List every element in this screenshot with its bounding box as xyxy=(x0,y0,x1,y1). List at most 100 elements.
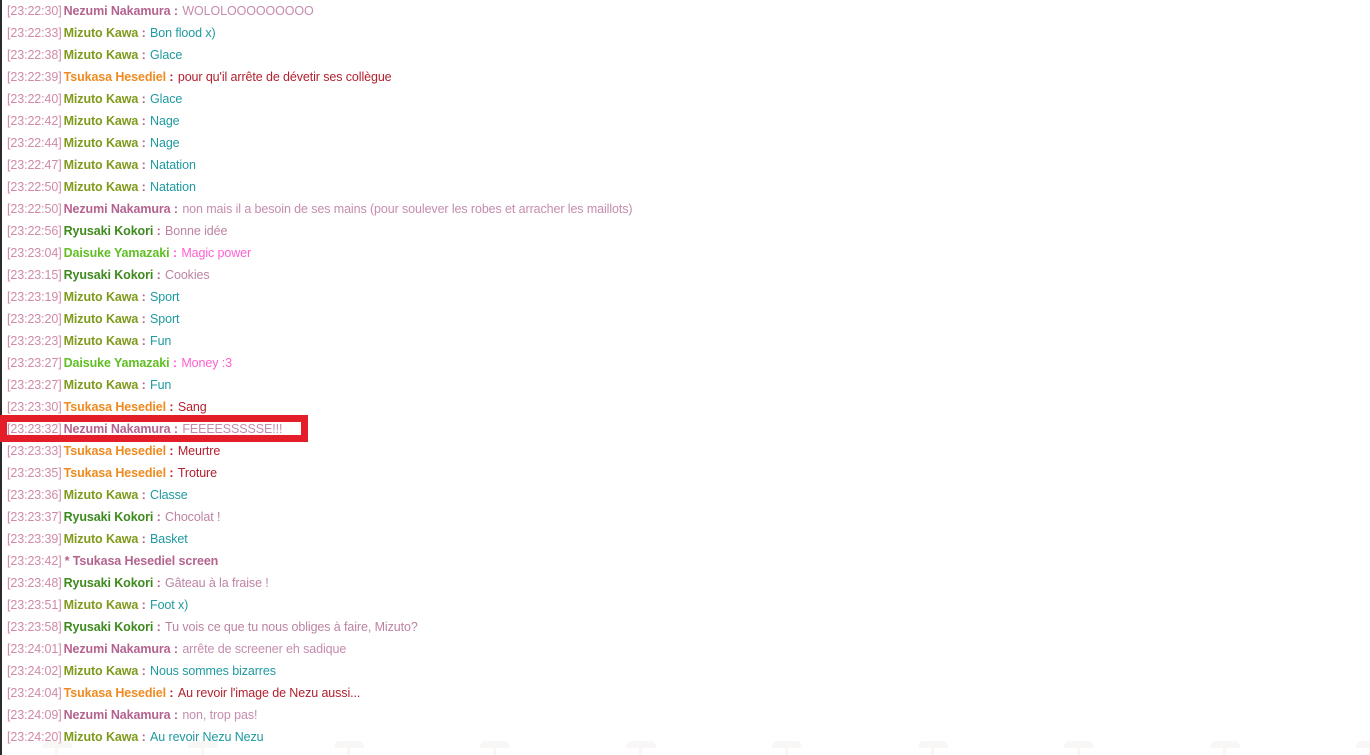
chat-message-text: non, trop pas! xyxy=(182,708,258,722)
chat-message-text: Fun xyxy=(150,334,172,348)
chat-line: [23:23:04] Daisuke Yamazaki : Magic power xyxy=(2,242,1370,264)
chat-separator: : xyxy=(156,620,161,634)
chat-nickname[interactable]: Mizuto Kawa xyxy=(62,378,139,392)
chat-line: [23:23:42] * Tsukasa Hesediel screen xyxy=(2,550,1370,572)
chat-nickname[interactable]: Mizuto Kawa xyxy=(62,92,139,106)
chat-separator: : xyxy=(141,378,146,392)
chat-message-text: Chocolat ! xyxy=(165,510,221,524)
chat-message-text: Glace xyxy=(150,92,183,106)
chat-separator: : xyxy=(141,136,146,150)
chat-timestamp: [23:23:15] xyxy=(7,268,62,282)
chat-nickname[interactable]: Tsukasa Hesediel xyxy=(62,466,167,480)
chat-nickname[interactable]: Mizuto Kawa xyxy=(62,334,139,348)
chat-message-text: Bonne idée xyxy=(165,224,228,238)
chat-separator: : xyxy=(169,400,174,414)
chat-message-text: Natation xyxy=(150,180,196,194)
chat-nickname[interactable]: Mizuto Kawa xyxy=(62,180,139,194)
chat-timestamp: [23:23:48] xyxy=(7,576,62,590)
chat-message-text: arrête de screener eh sadique xyxy=(182,642,347,656)
chat-nickname[interactable]: Mizuto Kawa xyxy=(62,312,139,326)
chat-nickname[interactable]: Ryusaki Kokori xyxy=(62,620,154,634)
chat-line: [23:22:30] Nezumi Nakamura : WOLOLOOOOOOO… xyxy=(2,0,1370,22)
chat-nickname[interactable]: Ryusaki Kokori xyxy=(62,510,154,524)
chat-line: [23:23:37] Ryusaki Kokori : Chocolat ! xyxy=(2,506,1370,528)
chat-nickname[interactable]: Nezumi Nakamura xyxy=(62,202,171,216)
chat-nickname[interactable]: Ryusaki Kokori xyxy=(62,224,154,238)
chat-message-text: FEEEESSSSSE!!! xyxy=(182,422,283,436)
chat-timestamp: [23:22:33] xyxy=(7,26,62,40)
chat-nickname[interactable]: Nezumi Nakamura xyxy=(62,642,171,656)
chat-nickname[interactable]: Mizuto Kawa xyxy=(62,114,139,128)
chat-timestamp: [23:22:42] xyxy=(7,114,62,128)
chat-line: [23:23:30] Tsukasa Hesediel : Sang xyxy=(2,396,1370,418)
chat-nickname[interactable]: Mizuto Kawa xyxy=(62,664,139,678)
chat-timestamp: [23:23:37] xyxy=(7,510,62,524)
chat-timestamp: [23:23:19] xyxy=(7,290,62,304)
chat-message-text: Glace xyxy=(150,48,183,62)
chat-timestamp: [23:23:20] xyxy=(7,312,62,326)
watermark-icon xyxy=(480,738,510,755)
chat-message-text: Foot x) xyxy=(150,598,189,612)
chat-message-text: Bon flood x) xyxy=(150,26,216,40)
chat-nickname[interactable]: Mizuto Kawa xyxy=(62,532,139,546)
chat-message-text: Tu vois ce que tu nous obliges à faire, … xyxy=(165,620,418,634)
chat-timestamp: [23:22:40] xyxy=(7,92,62,106)
chat-nickname[interactable]: Nezumi Nakamura xyxy=(62,4,171,18)
chat-nickname[interactable]: Mizuto Kawa xyxy=(62,488,139,502)
chat-line: [23:22:44] Mizuto Kawa : Nage xyxy=(2,132,1370,154)
chat-separator: : xyxy=(156,268,161,282)
chat-nickname[interactable]: Ryusaki Kokori xyxy=(62,576,154,590)
watermark-icon xyxy=(42,738,72,755)
chat-nickname[interactable]: Mizuto Kawa xyxy=(62,48,139,62)
chat-separator: : xyxy=(141,158,146,172)
chat-line: [23:23:36] Mizuto Kawa : Classe xyxy=(2,484,1370,506)
chat-message-text: Au revoir l'image de Nezu aussi... xyxy=(177,686,361,700)
chat-nickname[interactable]: Daisuke Yamazaki xyxy=(62,356,170,370)
chat-line: [23:23:20] Mizuto Kawa : Sport xyxy=(2,308,1370,330)
chat-message-text: Troture xyxy=(177,466,217,480)
chat-nickname[interactable]: Tsukasa Hesediel xyxy=(62,400,167,414)
chat-timestamp: [23:24:02] xyxy=(7,664,62,678)
chat-nickname[interactable]: Mizuto Kawa xyxy=(62,598,139,612)
chat-line: [23:22:40] Mizuto Kawa : Glace xyxy=(2,88,1370,110)
chat-line-list: [23:22:30] Nezumi Nakamura : WOLOLOOOOOOO… xyxy=(2,0,1370,748)
chat-message-text: Magic power xyxy=(181,246,252,260)
chat-separator: : xyxy=(141,48,146,62)
chat-nickname[interactable]: Daisuke Yamazaki xyxy=(62,246,170,260)
chat-nickname[interactable]: Tsukasa Hesediel xyxy=(62,444,167,458)
chat-timestamp: [23:23:23] xyxy=(7,334,62,348)
watermark-icon xyxy=(334,738,364,755)
chat-separator: : xyxy=(169,686,174,700)
chat-separator: : xyxy=(173,422,178,436)
chat-separator: : xyxy=(141,92,146,106)
chat-nickname[interactable]: Tsukasa Hesediel xyxy=(62,70,167,84)
chat-message-text: WOLOLOOOOOOOOO xyxy=(182,4,314,18)
chat-separator: : xyxy=(173,642,178,656)
chat-separator: : xyxy=(141,312,146,326)
chat-timestamp: [23:23:32] xyxy=(7,422,62,436)
chat-nickname[interactable]: Nezumi Nakamura xyxy=(62,708,171,722)
chat-separator: : xyxy=(173,4,178,18)
chat-line: [23:23:27] Mizuto Kawa : Fun xyxy=(2,374,1370,396)
chat-nickname[interactable]: Mizuto Kawa xyxy=(62,290,139,304)
chat-message-text: Sang xyxy=(177,400,207,414)
chat-message-text: Basket xyxy=(150,532,188,546)
chat-nickname[interactable]: Tsukasa Hesediel xyxy=(62,686,167,700)
chat-nickname[interactable]: Mizuto Kawa xyxy=(62,26,139,40)
chat-message-text: Meurtre xyxy=(177,444,221,458)
chat-separator: : xyxy=(156,576,161,590)
chat-timestamp: [23:22:50] xyxy=(7,202,62,216)
chat-nickname[interactable]: Mizuto Kawa xyxy=(62,136,139,150)
chat-message-text: pour qu'il arrête de dévetir ses collègu… xyxy=(177,70,392,84)
watermark-icon xyxy=(1210,738,1240,755)
chat-log-panel[interactable]: [23:22:30] Nezumi Nakamura : WOLOLOOOOOOO… xyxy=(0,0,1370,755)
chat-nickname[interactable]: Nezumi Nakamura xyxy=(62,422,171,436)
chat-line: [23:23:51] Mizuto Kawa : Foot x) xyxy=(2,594,1370,616)
chat-nickname[interactable]: Mizuto Kawa xyxy=(62,158,139,172)
chat-separator: : xyxy=(141,532,146,546)
chat-separator: : xyxy=(169,466,174,480)
chat-nickname[interactable]: Ryusaki Kokori xyxy=(62,268,154,282)
chat-message-text: Nage xyxy=(150,114,180,128)
chat-message-text: Cookies xyxy=(165,268,210,282)
chat-message-text: Gâteau à la fraise ! xyxy=(165,576,269,590)
